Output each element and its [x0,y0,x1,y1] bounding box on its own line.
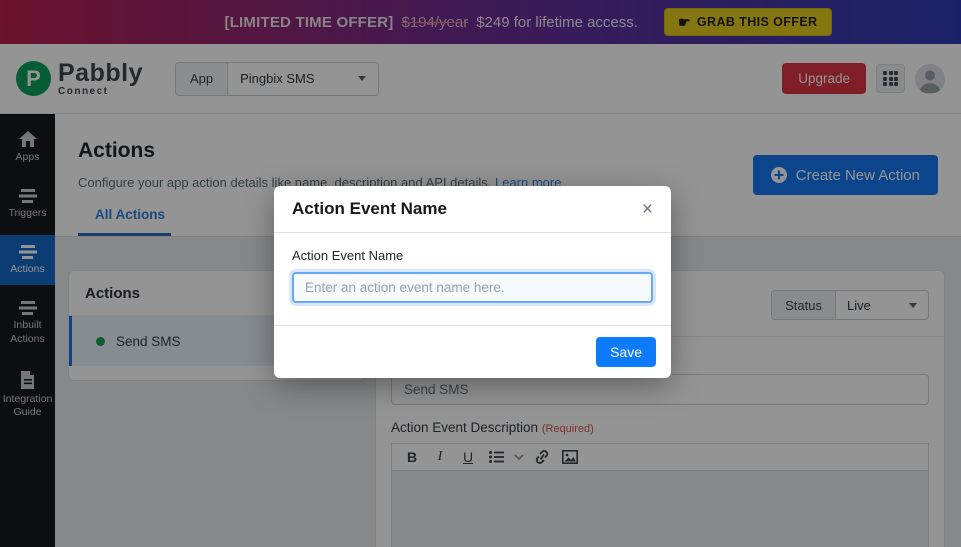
modal-title: Action Event Name [292,199,447,218]
action-event-name-modal-input[interactable] [292,272,653,303]
save-button[interactable]: Save [596,337,656,367]
close-icon[interactable]: × [642,200,653,219]
modal-field-label: Action Event Name [292,248,404,263]
action-event-name-modal: Action Event Name × Action Event Name Sa… [274,186,671,378]
